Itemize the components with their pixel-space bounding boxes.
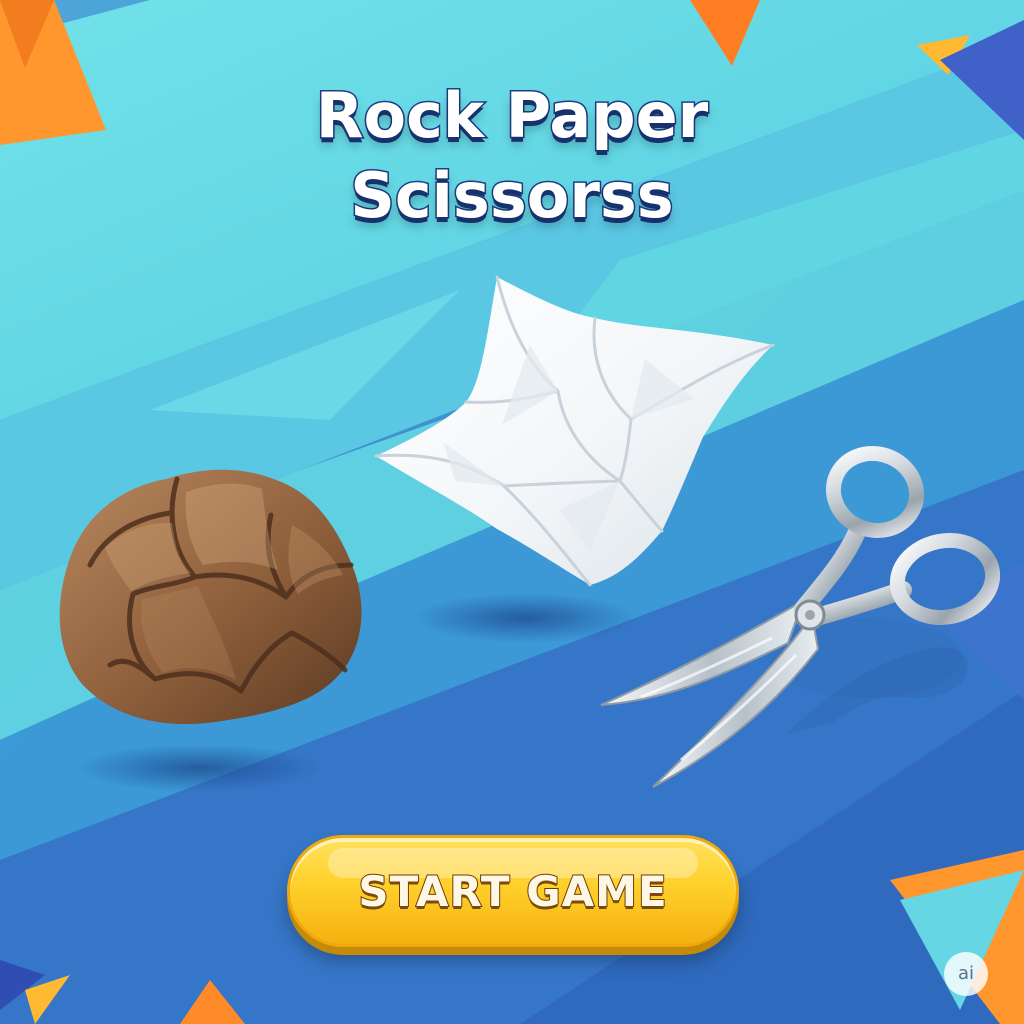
- start-game-label: START GAME: [357, 866, 668, 917]
- start-screen: Rock Paper Scissorss START GAME ai: [0, 0, 1024, 1024]
- title-line-2: Scissorss: [349, 158, 675, 234]
- rock-icon: [59, 469, 362, 792]
- title-line-1: Rock Paper: [314, 78, 710, 154]
- start-game-button[interactable]: START GAME: [287, 835, 739, 947]
- ai-badge: ai: [944, 952, 988, 996]
- game-title: Rock Paper Scissorss: [212, 76, 812, 236]
- scissors-icon: [600, 446, 1001, 788]
